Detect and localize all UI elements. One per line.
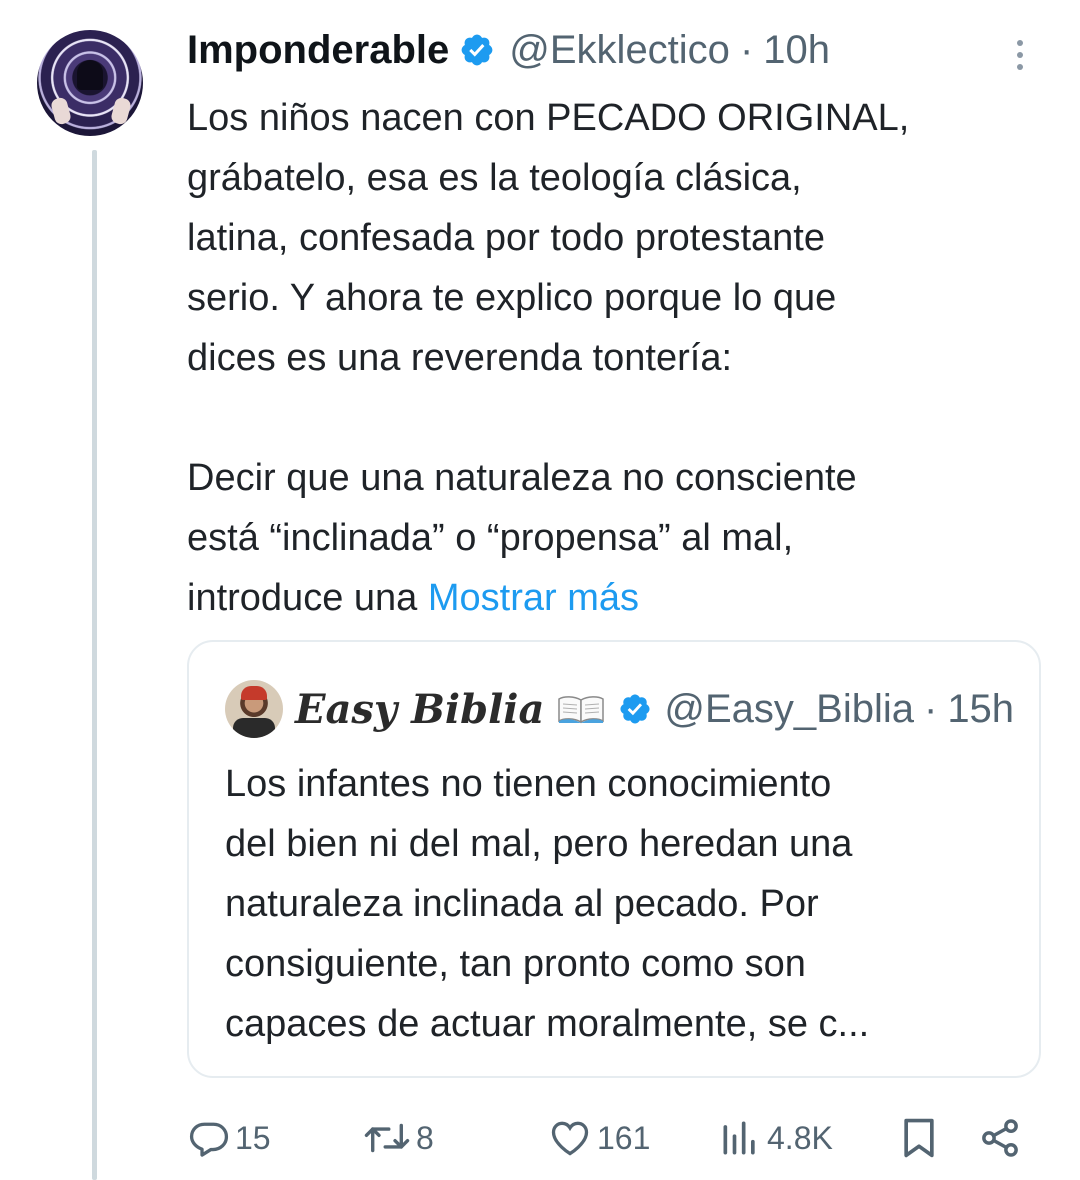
tweet-line: latina, confesada por todo protestante — [187, 217, 826, 259]
quoted-tweet-header: Easy Biblia @Easy_Biblia · 15h — [225, 680, 1014, 738]
quoted-line: del bien ni del mal, pero heredan una — [225, 823, 853, 865]
bookmark-button[interactable] — [899, 1110, 939, 1166]
quoted-author-name: Easy Biblia — [295, 685, 545, 733]
author-handle[interactable]: @Ekklectico — [509, 28, 730, 73]
separator-dot: · — [739, 27, 754, 72]
tweet-line: dices es una reverenda tontería: — [187, 337, 733, 379]
bookmark-icon — [904, 1118, 934, 1158]
like-button[interactable]: 161 — [547, 1110, 650, 1166]
quoted-tweet-text: Los infantes no tienen conocimiento del … — [225, 754, 1015, 1054]
tweet-header: Imponderable @Ekklectico · 10h — [187, 24, 830, 76]
tweet-line: grábatelo, esa es la teología clásica, — [187, 157, 802, 199]
tweet-line-prefix: introduce una — [187, 577, 428, 619]
quoted-line: consiguiente, tan pronto como son — [225, 943, 806, 985]
quoted-author-avatar — [225, 680, 283, 738]
heart-icon — [551, 1121, 589, 1156]
share-button[interactable] — [977, 1110, 1023, 1166]
avatar-hand-left — [49, 96, 73, 126]
repost-count: 8 — [416, 1119, 434, 1156]
avatar-cap-shape — [241, 686, 267, 700]
views-button[interactable]: 4.8K — [717, 1110, 833, 1166]
quoted-tweet-card[interactable]: Easy Biblia @Easy_Biblia · 15h Los infan… — [187, 640, 1041, 1078]
open-book-emoji-icon — [558, 696, 605, 724]
thread-line — [92, 150, 97, 1180]
separator-dot: · — [923, 686, 938, 731]
verified-badge-icon — [620, 694, 650, 724]
more-options-icon[interactable] — [1010, 36, 1030, 76]
repost-button[interactable]: 8 — [362, 1110, 434, 1166]
quoted-line: Los infantes no tienen conocimiento — [225, 763, 832, 805]
tweet-line: está “inclinada” o “propensa” al mal, — [187, 517, 794, 559]
avatar-hood-shape — [77, 60, 103, 90]
tweet-line: Los niños nacen con PECADO ORIGINAL, — [187, 97, 910, 139]
tweet-text: Los niños nacen con PECADO ORIGINAL, grá… — [187, 88, 1047, 628]
share-icon — [982, 1119, 1018, 1157]
quoted-line: naturaleza inclinada al pecado. Por — [225, 883, 819, 925]
quoted-tweet-time: 15h — [947, 686, 1015, 731]
avatar-shirt-shape — [233, 718, 275, 738]
views-count: 4.8K — [767, 1119, 833, 1156]
quoted-author-handle: @Easy_Biblia — [664, 686, 914, 731]
views-chart-icon — [723, 1121, 755, 1155]
verified-badge-icon — [461, 34, 493, 66]
reply-button[interactable]: 15 — [187, 1110, 271, 1166]
show-more-link[interactable]: Mostrar más — [428, 577, 639, 619]
tweet-line-last: introduce una Mostrar más — [187, 568, 1047, 628]
tweet-line: Decir que una naturaleza no consciente — [187, 457, 857, 499]
tweet-line: serio. Y ahora te explico porque lo que — [187, 277, 837, 319]
tweet-action-bar: 15 8 161 4.8K — [187, 1110, 1037, 1166]
tweet-time[interactable]: 10h — [763, 28, 830, 73]
author-name[interactable]: Imponderable — [187, 28, 449, 73]
avatar-hand-right — [109, 96, 133, 126]
repost-icon — [364, 1123, 410, 1153]
like-count: 161 — [597, 1119, 651, 1156]
reply-icon — [189, 1122, 229, 1157]
quoted-line: capaces de actuar moralmente, se c... — [225, 1003, 870, 1045]
author-avatar[interactable] — [37, 30, 143, 136]
reply-count: 15 — [235, 1119, 271, 1156]
